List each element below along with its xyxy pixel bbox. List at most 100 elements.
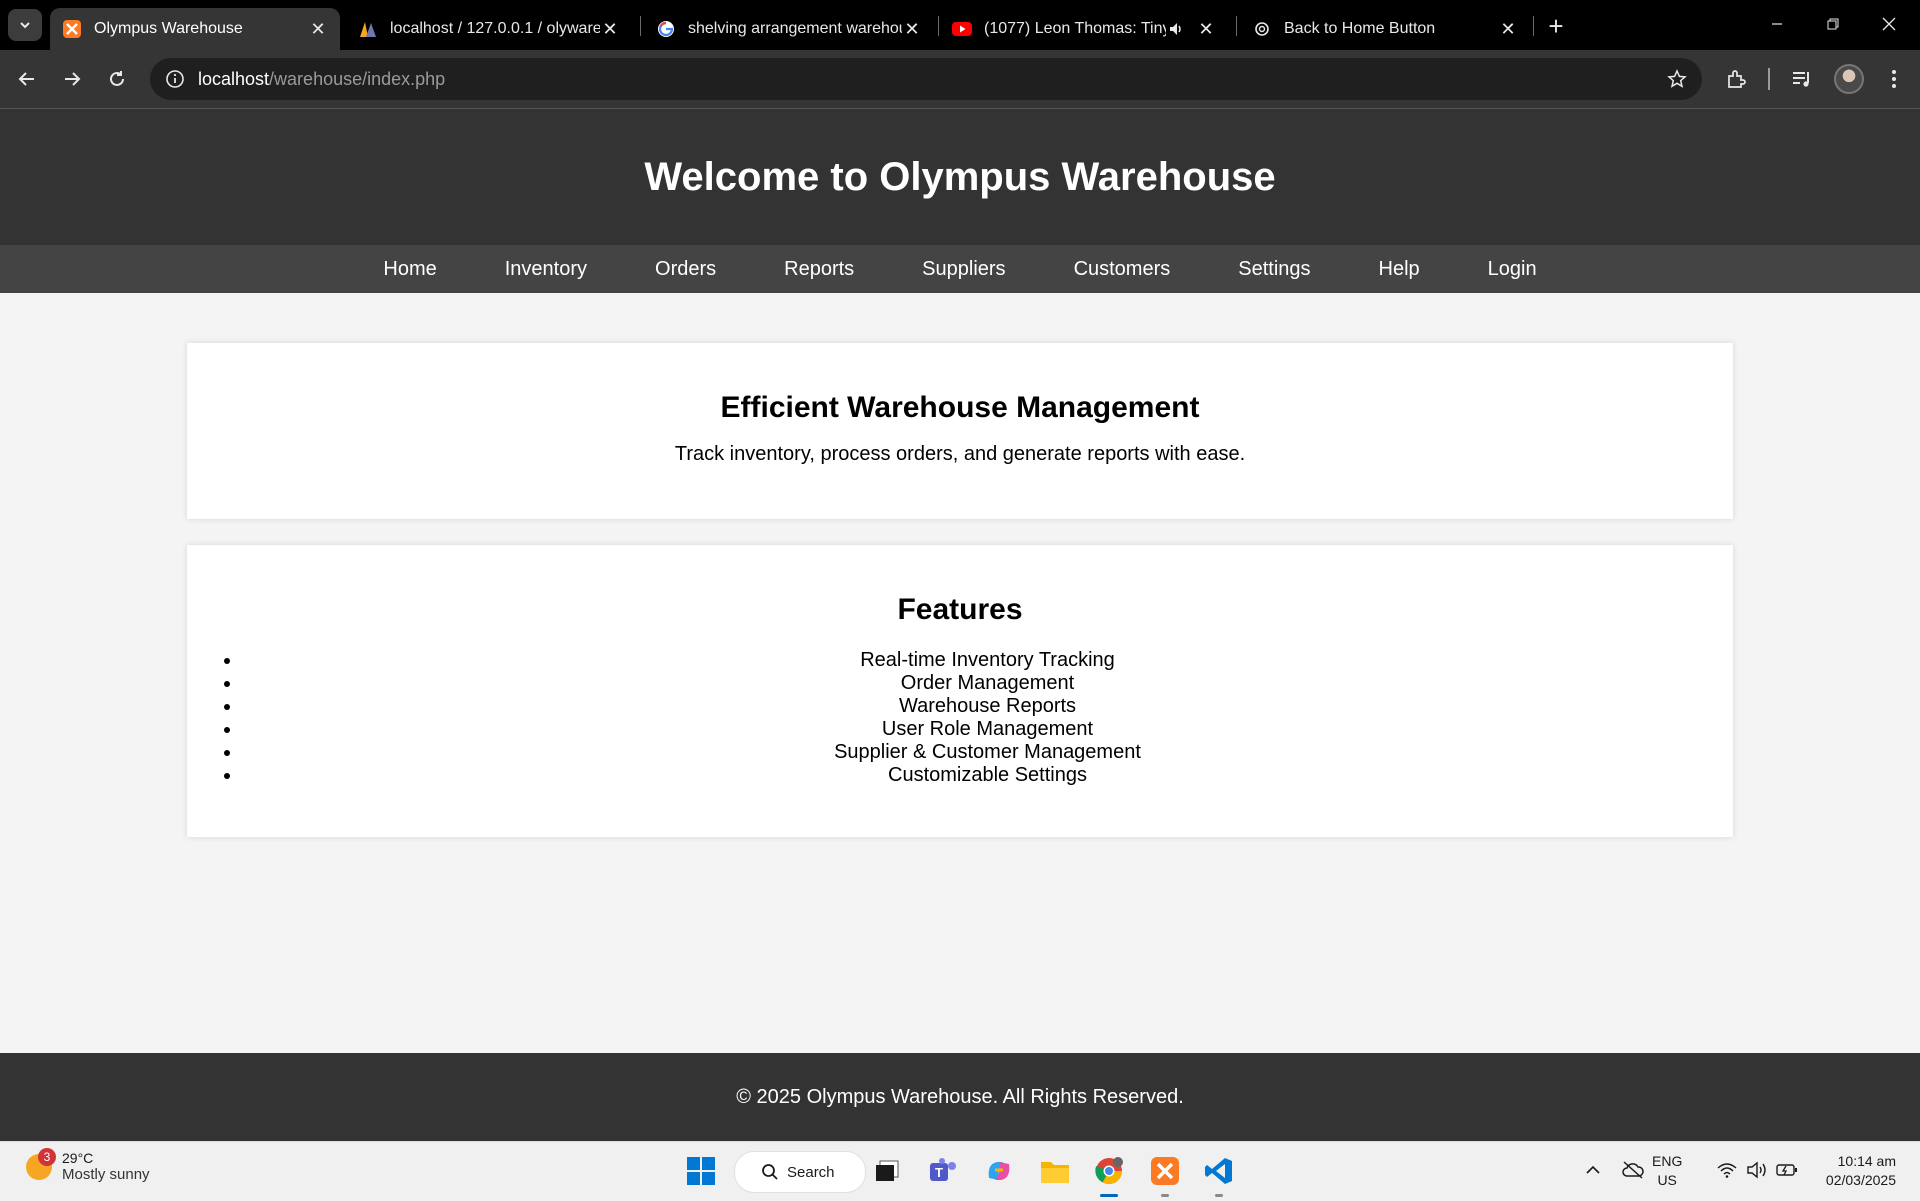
extensions-icon[interactable] <box>1720 63 1752 95</box>
nav-link-home[interactable]: Home <box>383 258 436 281</box>
chevron-down-icon <box>20 22 30 29</box>
profile-avatar[interactable] <box>1834 64 1864 94</box>
nav-link-suppliers[interactable]: Suppliers <box>922 258 1005 281</box>
tab-title: (1077) Leon Thomas: Tiny D <box>984 20 1166 37</box>
feature-item: Customizable Settings <box>242 764 1733 787</box>
search-icon <box>762 1164 778 1180</box>
media-controls-icon[interactable] <box>1786 63 1818 95</box>
tab-chatgpt[interactable]: Back to Home Button ✕ <box>1240 8 1530 50</box>
feature-item: Real-time Inventory Tracking <box>242 649 1733 672</box>
feature-item: User Role Management <box>242 718 1733 741</box>
youtube-icon <box>952 19 972 39</box>
features-list: Real-time Inventory Tracking Order Manag… <box>187 649 1733 787</box>
notification-badge: 3 <box>38 1147 56 1166</box>
language-indicator[interactable]: ENG US <box>1652 1152 1682 1190</box>
chrome-icon[interactable] <box>1090 1152 1128 1190</box>
weather-widget[interactable]: 3 29°C Mostly sunny <box>26 1147 150 1183</box>
close-icon[interactable]: ✕ <box>600 19 620 39</box>
tab-olympus-warehouse[interactable]: Olympus Warehouse ✕ <box>50 8 340 50</box>
features-heading: Features <box>897 593 1023 626</box>
intro-heading: Efficient Warehouse Management <box>720 391 1200 424</box>
tab-search-button[interactable] <box>8 9 42 41</box>
taskbar: 3 29°C Mostly sunny Search T ENG US 10:1… <box>0 1141 1920 1201</box>
nav-link-customers[interactable]: Customers <box>1074 258 1171 281</box>
feature-item: Supplier & Customer Management <box>242 741 1733 764</box>
vscode-icon[interactable] <box>1200 1152 1238 1190</box>
chatgpt-icon <box>1252 19 1272 39</box>
tab-title: localhost / 127.0.0.1 / olywareh <box>390 20 600 37</box>
nav-link-reports[interactable]: Reports <box>784 258 854 281</box>
close-icon[interactable]: ✕ <box>308 19 328 39</box>
tab-google-search[interactable]: shelving arrangement warehou ✕ <box>644 8 934 50</box>
tab-phpmyadmin[interactable]: localhost / 127.0.0.1 / olywareh ✕ <box>346 8 632 50</box>
address-bar[interactable]: localhost/warehouse/index.php <box>150 58 1702 100</box>
close-icon <box>1882 17 1896 31</box>
site-footer: © 2025 Olympus Warehouse. All Rights Res… <box>0 1053 1920 1141</box>
task-view-icon[interactable] <box>868 1152 906 1190</box>
feature-item: Order Management <box>242 672 1733 695</box>
new-tab-button[interactable]: + <box>1542 11 1570 41</box>
url-path: /warehouse/index.php <box>269 68 446 89</box>
running-indicator <box>1161 1194 1169 1197</box>
close-icon[interactable]: ✕ <box>902 19 922 39</box>
battery-icon[interactable] <box>1774 1152 1800 1188</box>
reload-button[interactable] <box>100 62 134 96</box>
minimize-button[interactable] <box>1754 8 1800 40</box>
region-code: US <box>1657 1172 1677 1188</box>
restore-button[interactable] <box>1810 8 1856 40</box>
teams-icon[interactable]: T <box>924 1152 962 1190</box>
nav-link-help[interactable]: Help <box>1379 258 1420 281</box>
back-button[interactable] <box>10 62 44 96</box>
speaker-icon[interactable] <box>1166 19 1186 39</box>
xampp-icon[interactable] <box>1146 1152 1184 1190</box>
site-header: Welcome to Olympus Warehouse <box>0 109 1920 245</box>
language-code: ENG <box>1652 1153 1683 1169</box>
tab-title: Olympus Warehouse <box>94 20 243 37</box>
taskbar-clock[interactable]: 10:14 am 02/03/2025 <box>1816 1152 1896 1190</box>
weather-temperature: 29°C <box>62 1150 94 1166</box>
show-hidden-icons-icon[interactable] <box>1580 1152 1606 1188</box>
copilot-icon[interactable] <box>980 1152 1018 1190</box>
clock-time: 10:14 am <box>1837 1153 1896 1169</box>
page-title: Welcome to Olympus Warehouse <box>644 154 1276 199</box>
tab-youtube[interactable]: (1077) Leon Thomas: Tiny D ✕ <box>940 8 1228 50</box>
onedrive-offline-icon[interactable] <box>1618 1152 1648 1188</box>
site-info-icon[interactable] <box>164 68 186 90</box>
weather-sun-icon: 3 <box>26 1147 56 1180</box>
tab-separator <box>1236 16 1237 36</box>
arrow-right-icon <box>65 72 81 86</box>
taskbar-search[interactable]: Search <box>734 1151 866 1193</box>
clock-date: 02/03/2025 <box>1825 1172 1896 1188</box>
nav-link-orders[interactable]: Orders <box>655 258 716 281</box>
tab-separator <box>938 16 939 36</box>
wifi-icon[interactable] <box>1714 1152 1740 1188</box>
nav-link-inventory[interactable]: Inventory <box>505 258 587 281</box>
toolbar-divider <box>1768 68 1770 90</box>
nav-link-settings[interactable]: Settings <box>1238 258 1310 281</box>
phpmyadmin-icon <box>358 19 378 39</box>
nav-link-login[interactable]: Login <box>1488 258 1537 281</box>
tab-title: shelving arrangement warehou <box>688 20 902 37</box>
browser-toolbar: localhost/warehouse/index.php <box>0 50 1920 109</box>
xampp-icon <box>62 19 82 39</box>
bookmark-star-icon[interactable] <box>1666 68 1688 90</box>
weather-condition: Mostly sunny <box>62 1166 150 1183</box>
footer-copyright: © 2025 Olympus Warehouse. All Rights Res… <box>736 1085 1184 1108</box>
tab-strip: Olympus Warehouse ✕ localhost / 127.0.0.… <box>0 0 1920 50</box>
more-menu-icon[interactable] <box>1878 63 1910 95</box>
volume-icon[interactable] <box>1744 1152 1770 1188</box>
close-window-button[interactable] <box>1866 8 1912 40</box>
running-indicator <box>1215 1194 1223 1197</box>
start-button[interactable] <box>682 1152 720 1190</box>
search-label: Search <box>787 1163 835 1181</box>
url-host: localhost <box>198 68 270 89</box>
close-icon[interactable]: ✕ <box>1498 19 1518 39</box>
forward-button[interactable] <box>55 62 89 96</box>
feature-item: Warehouse Reports <box>242 695 1733 718</box>
features-section: Features Real-time Inventory Tracking Or… <box>187 545 1733 837</box>
tab-separator <box>640 16 641 36</box>
file-explorer-icon[interactable] <box>1036 1152 1074 1190</box>
main-nav: Home Inventory Orders Reports Suppliers … <box>0 245 1920 293</box>
close-icon[interactable]: ✕ <box>1196 19 1216 39</box>
minimize-icon <box>1772 23 1782 25</box>
